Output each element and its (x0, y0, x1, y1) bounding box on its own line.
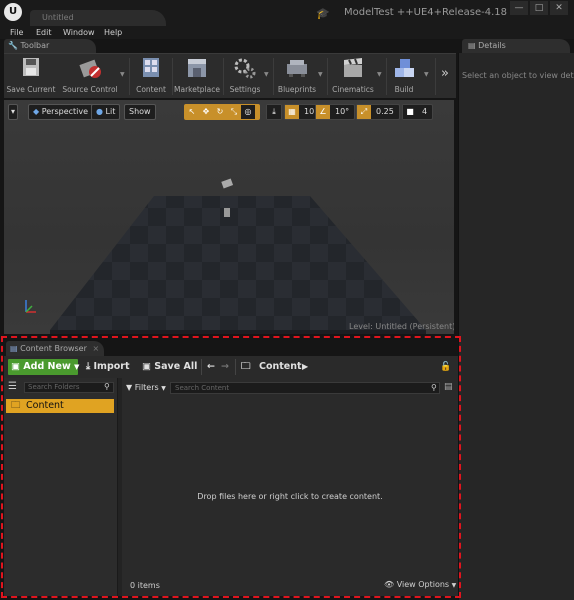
surface-snap-button[interactable]: ⤓ (266, 104, 282, 120)
details-icon: ▤ (468, 41, 476, 50)
level-label: Level: Untitled (Persistent) (349, 322, 454, 331)
main-toolbar: Save Current Source Control ▼ Content Ma… (4, 53, 456, 98)
title-bar: U Untitled 🎓 ModelTest ++UE4+Release-4.1… (0, 0, 574, 26)
toolbar-separator (273, 58, 274, 95)
project-name: ModelTest ++UE4+Release-4.18 (344, 7, 507, 18)
perspective-button[interactable]: ◆ Perspective (28, 104, 94, 120)
details-empty-message: Select an object to view details (462, 71, 574, 80)
show-button[interactable]: Show (124, 104, 156, 120)
lit-button[interactable]: ● Lit (91, 104, 121, 120)
menu-help[interactable]: Help (104, 26, 122, 39)
cinematics-dropdown-icon[interactable]: ▼ (377, 71, 382, 78)
scale-snap-value: 0.25 (376, 107, 394, 116)
source-control-icon (79, 59, 101, 78)
minimize-button[interactable]: — (510, 1, 528, 15)
lit-label: Lit (105, 107, 116, 116)
level-viewport[interactable]: ▾ ◆ Perspective ● Lit Show ↖ ✥ ↻ ⤡ ◎ ⤓ ▦ 10 ∠… (4, 100, 454, 334)
unreal-logo-icon: U (4, 3, 22, 21)
blueprints-button[interactable]: Blueprints (275, 56, 319, 97)
toolbar-tab[interactable]: 🔧 Toolbar (4, 39, 96, 53)
toolbar-separator (223, 58, 224, 95)
save-current-button[interactable]: Save Current (6, 56, 56, 97)
toolbar-separator (129, 58, 130, 95)
details-tab-label: Details (478, 41, 506, 50)
menu-edit[interactable]: Edit (36, 26, 52, 39)
toolbar-separator (172, 58, 173, 95)
close-button[interactable]: ✕ (550, 1, 568, 15)
scale-snap-icon: ⤢ (357, 105, 371, 119)
menu-file[interactable]: File (10, 26, 23, 39)
clapperboard-icon (344, 58, 362, 77)
marketplace-button[interactable]: Marketplace (174, 56, 220, 97)
world-local-icon[interactable]: ◎ (241, 105, 255, 119)
floppy-disk-icon (23, 58, 39, 76)
camera-speed-icon: ■ (403, 105, 417, 119)
camera-speed-group[interactable]: ■ 4 (402, 104, 434, 120)
checkerboard-floor (50, 178, 426, 334)
build-button[interactable]: Build (388, 56, 420, 97)
content-button[interactable]: Content (132, 56, 170, 97)
menu-bar: File Edit Window Help (0, 26, 574, 39)
perspective-label: Perspective (41, 107, 89, 116)
build-cubes-icon (395, 59, 414, 77)
toolbar-separator (435, 58, 436, 95)
source-control-button[interactable]: Source Control (60, 56, 120, 97)
maximize-button[interactable]: □ (530, 1, 548, 15)
document-tab[interactable]: Untitled (30, 10, 166, 26)
graduation-cap-icon[interactable]: 🎓 (316, 8, 330, 20)
toolbar-tab-label: Toolbar (20, 41, 50, 50)
marketplace-icon (188, 59, 206, 77)
toolbar-separator (386, 58, 387, 95)
scale-snap-group[interactable]: ⤢ 0.25 (356, 104, 400, 120)
rotation-snap-icon: ∠ (316, 105, 330, 119)
blueprints-dropdown-icon[interactable]: ▼ (318, 71, 323, 78)
toolbar-expand-icon[interactable]: » (441, 66, 449, 81)
toolbar-separator (327, 58, 328, 95)
camera-speed-value: 4 (422, 107, 428, 116)
perspective-icon: ◆ (33, 107, 40, 116)
rotation-snap-group[interactable]: ∠ 10° (315, 104, 356, 120)
gears-icon (234, 58, 256, 79)
lit-sphere-icon: ● (96, 107, 103, 116)
cinematics-button[interactable]: Cinematics (329, 56, 377, 97)
rotation-snap-value: 10° (335, 107, 350, 116)
source-control-dropdown-icon[interactable]: ▼ (120, 71, 125, 78)
details-panel: Select an object to view details (458, 53, 574, 600)
blueprints-icon (287, 60, 307, 77)
menu-window[interactable]: Window (63, 26, 95, 39)
content-icon (143, 58, 159, 77)
rotate-mode-icon[interactable]: ↻ (213, 105, 227, 119)
build-dropdown-icon[interactable]: ▼ (424, 71, 429, 78)
transform-mode-group: ↖ ✥ ↻ ⤡ ◎ (184, 104, 260, 120)
settings-dropdown-icon[interactable]: ▼ (264, 71, 269, 78)
details-tab[interactable]: ▤ Details (462, 39, 570, 53)
settings-button[interactable]: Settings (226, 56, 264, 97)
viewport-options-dropdown[interactable]: ▾ (8, 104, 19, 120)
show-label: Show (129, 107, 151, 116)
surface-snap-icon: ⤓ (267, 105, 281, 119)
select-mode-icon[interactable]: ↖ (185, 105, 199, 119)
scale-mode-icon[interactable]: ⤡ (227, 105, 241, 119)
grid-snap-icon: ▦ (285, 105, 299, 119)
translate-mode-icon[interactable]: ✥ (199, 105, 213, 119)
highlight-frame (1, 336, 461, 598)
wrench-icon: 🔧 (8, 41, 18, 50)
chevron-down-icon: ▾ (11, 107, 16, 116)
axis-gizmo-icon (25, 300, 36, 313)
